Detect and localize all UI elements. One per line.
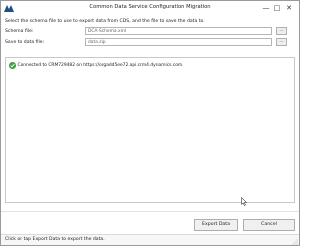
save-file-input[interactable]: data.zip bbox=[85, 38, 272, 46]
divider bbox=[1, 211, 299, 212]
migration-window: Common Data Service Configuration Migrat… bbox=[0, 0, 300, 246]
success-check-icon bbox=[9, 61, 16, 69]
save-file-label: Save to data file: bbox=[5, 40, 45, 45]
cancel-button[interactable]: Cancel bbox=[243, 219, 295, 231]
resize-grip-icon[interactable] bbox=[292, 239, 298, 245]
minimize-button[interactable]: — bbox=[261, 3, 271, 13]
log-panel: Connected to CRM729482 on https://orgadd… bbox=[5, 57, 295, 203]
save-browse-button[interactable]: ... bbox=[276, 38, 287, 46]
mouse-cursor-icon bbox=[241, 197, 247, 206]
close-button[interactable]: ✕ bbox=[284, 3, 294, 13]
schema-file-label: Schema file: bbox=[5, 29, 34, 34]
status-text: Click or tap Export Data to export the d… bbox=[5, 237, 105, 242]
window-title: Common Data Service Configuration Migrat… bbox=[89, 4, 211, 10]
log-entry: Connected to CRM729482 on https://orgadd… bbox=[9, 61, 184, 69]
schema-file-input[interactable]: DCA-Schema.xml bbox=[85, 27, 272, 35]
instruction-text: Select the schema file to use to export … bbox=[5, 19, 205, 24]
export-data-button[interactable]: Export Data bbox=[194, 219, 238, 231]
maximize-button[interactable]: □ bbox=[272, 3, 282, 13]
log-message: Connected to CRM729482 on https://orgadd… bbox=[17, 62, 184, 68]
title-bar[interactable]: Common Data Service Configuration Migrat… bbox=[1, 1, 299, 16]
status-bar: Click or tap Export Data to export the d… bbox=[1, 234, 299, 245]
schema-browse-button[interactable]: ... bbox=[276, 27, 287, 35]
